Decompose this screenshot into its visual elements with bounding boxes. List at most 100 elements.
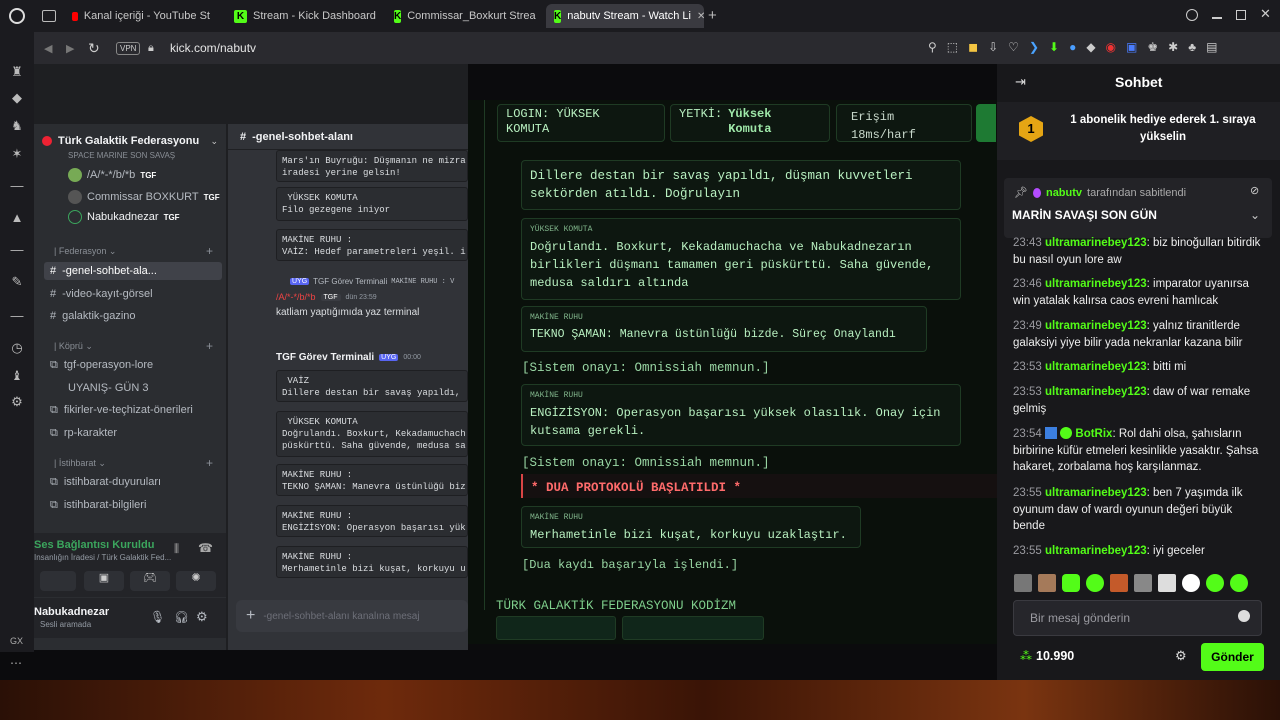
chat-message[interactable]: 23:55 ultramarinebey123: ben 7 yaşımda i… [1013, 485, 1263, 535]
forward-icon[interactable]: ▶ [66, 42, 74, 55]
emote-icon[interactable] [1206, 574, 1224, 592]
channel-video-kayit[interactable]: # -video-kayıt-görsel [50, 288, 153, 300]
voice-member[interactable]: /A/*-*/b/*b TGF [68, 168, 156, 182]
tab-kick-dashboard[interactable]: K Stream - Kick Dashboard [226, 4, 386, 28]
new-tab-button[interactable]: + [708, 7, 717, 24]
emote-icon[interactable] [1134, 574, 1152, 592]
channel-istihbarat-duyurulari[interactable]: ⧉ istihbarat-duyuruları [50, 476, 161, 489]
activity-button[interactable]: 🎮︎ [130, 571, 170, 591]
settings-icon[interactable]: ⚙ [9, 394, 25, 410]
emote-icon[interactable] [1062, 574, 1080, 592]
extension-icon[interactable]: ▣ [1126, 40, 1137, 54]
message-user[interactable]: ultramarinebey123 [1045, 320, 1147, 332]
emote-icon[interactable] [1158, 574, 1176, 592]
maximize-icon[interactable] [1236, 10, 1246, 20]
add-attachment-icon[interactable]: + [246, 607, 255, 625]
extension-icon[interactable]: ♚ [1147, 40, 1158, 54]
extension-icon[interactable]: ❯ [1029, 40, 1039, 54]
message-user[interactable]: ultramarinebey123 [1045, 545, 1147, 557]
url-field[interactable]: kick.com/nabutv [170, 41, 256, 55]
message-user[interactable]: ultramarinebey123 [1045, 237, 1147, 249]
close-window-icon[interactable]: ✕ [1260, 6, 1271, 22]
settings-icon[interactable]: ⚙ [196, 609, 208, 625]
close-icon[interactable]: ✕ [697, 11, 704, 22]
emote-icon[interactable] [1182, 574, 1200, 592]
add-channel-icon[interactable]: + [206, 339, 213, 353]
terminal-action-button[interactable] [496, 616, 616, 640]
add-channel-icon[interactable]: + [206, 244, 213, 258]
message-author[interactable]: /A/*-*/b/*b [276, 292, 316, 302]
category-kopru[interactable]: | Köprü ⌄ [54, 341, 93, 352]
chat-message[interactable]: 23:46 ultramarinebey123: imparator uyanı… [1013, 276, 1263, 309]
channel-galaktik-gazino[interactable]: # galaktik-gazino [50, 310, 136, 322]
send-button[interactable]: Gönder [1201, 643, 1264, 671]
voice-member[interactable]: Commissar BOXKURT TGF [68, 190, 220, 204]
hide-pin-icon[interactable]: ⊘ [1250, 184, 1259, 197]
soundboard-button[interactable]: ✺ [176, 571, 216, 591]
chevron-down-icon[interactable]: ⌄ [1250, 208, 1260, 222]
headphones-icon[interactable]: 🎧︎ [174, 610, 189, 624]
voice-action-button[interactable] [40, 571, 76, 591]
message-user[interactable]: ultramarinebey123 [1045, 487, 1147, 499]
search-icon[interactable] [1186, 9, 1198, 21]
chat-message[interactable]: 23:53 ultramarinebey123: bitti mi [1013, 359, 1263, 376]
history-icon[interactable]: ◷ [9, 340, 25, 356]
extension-icon[interactable]: ⬇ [1049, 40, 1059, 54]
emote-icon[interactable] [1230, 574, 1248, 592]
extension-icon[interactable]: ▤ [1206, 40, 1217, 54]
gift-leaderboard-banner[interactable]: 1 1 abonelik hediye ederek 1. sıraya yük… [997, 102, 1280, 160]
channel-rp-karakter[interactable]: ⧉ rp-karakter [50, 427, 117, 440]
pinned-message[interactable]: 📌︎ nabutv tarafından sabitlendi ⊘ MARİN … [1004, 178, 1272, 238]
message-user[interactable]: ultramarinebey123 [1045, 278, 1147, 290]
chat-input[interactable]: Bir mesaj gönderin [1013, 600, 1262, 636]
extension-icon[interactable]: ✱ [1168, 40, 1178, 54]
extension-icon[interactable]: ◆ [1086, 40, 1095, 54]
voice-signal-icon[interactable]: ⫼ [174, 543, 179, 556]
reply-preview[interactable]: UYG TGF Görev Terminali MAKİNE RUHU : V [290, 277, 454, 286]
sidebar-app-icon[interactable]: ✎ [9, 274, 25, 290]
server-header[interactable]: Türk Galaktik Federasyonu ⌄ [42, 130, 218, 152]
mic-icon[interactable]: 🎙︎ [150, 610, 165, 624]
message-user[interactable]: BotRix [1075, 428, 1112, 440]
voice-status[interactable]: Ses Bağlantısı Kuruldu [34, 539, 154, 551]
emoji-icon[interactable] [1238, 610, 1250, 622]
download-icon[interactable]: ⇩ [988, 40, 998, 54]
heart-icon[interactable]: ♡ [1008, 40, 1019, 54]
extension-icon[interactable]: ♣ [1188, 40, 1196, 54]
chat-message[interactable]: 23:49 ultramarinebey123: yalnız tiranitl… [1013, 318, 1263, 351]
more-icon[interactable]: ⋯ [10, 656, 22, 670]
chat-message[interactable]: 23:53 ultramarinebey123: daw of war rema… [1013, 384, 1263, 417]
thread-uyanis[interactable]: UYANIŞ- GÜN 3 [68, 382, 148, 394]
collapse-chat-icon[interactable]: ⇥ [1015, 74, 1026, 90]
back-icon[interactable]: ◀ [44, 42, 52, 55]
tab-youtube[interactable]: Kanal içeriği - YouTube St [64, 4, 218, 28]
minimize-icon[interactable] [1212, 17, 1222, 19]
workspaces-icon[interactable] [42, 10, 56, 22]
message-user[interactable]: ultramarinebey123 [1045, 386, 1147, 398]
category-federasyon[interactable]: | Federasyon ⌄ [54, 246, 116, 257]
emote-icon[interactable] [1014, 574, 1032, 592]
chat-settings-icon[interactable]: ⚙ [1175, 648, 1187, 664]
sidebar-app-icon[interactable]: ♞ [9, 118, 25, 134]
opera-logo-icon[interactable] [9, 8, 25, 24]
add-channel-icon[interactable]: + [206, 456, 213, 470]
tab-nabutv[interactable]: Knabutv Stream - Watch Li ✕ [546, 4, 704, 28]
channel-genel-sohbet[interactable]: # -genel-sohbet-ala... [50, 265, 157, 277]
vpn-badge[interactable]: VPN [116, 41, 141, 55]
sidebar-app-icon[interactable]: ◆ [9, 90, 25, 106]
emote-icon[interactable] [1038, 574, 1056, 592]
channel-fikirler[interactable]: ⧉ fikirler-ve-teçhizat-önerileri [50, 404, 193, 417]
reload-icon[interactable]: ↻ [88, 40, 100, 57]
snapshot-icon[interactable]: ⬚ [947, 40, 958, 54]
chat-message[interactable]: 23:55 ultramarinebey123: iyi geceler [1013, 543, 1263, 560]
terminal-save-button[interactable] [622, 616, 764, 640]
channel-istihbarat-bilgileri[interactable]: ⧉ istihbarat-bilgileri [50, 499, 146, 512]
extension-icon[interactable]: ◉ [1106, 40, 1116, 54]
pin-icon[interactable]: ⚲ [928, 40, 937, 54]
emote-icon[interactable] [1086, 574, 1104, 592]
category-istihbarat[interactable]: | İstihbarat ⌄ [54, 458, 106, 469]
disconnect-icon[interactable]: ☎ [198, 541, 213, 555]
voice-member[interactable]: Nabukadnezar TGF [68, 210, 180, 224]
screenshare-button[interactable]: ▣ [84, 571, 124, 591]
chat-message[interactable]: 23:43 ultramarinebey123: biz binoğulları… [1013, 235, 1263, 268]
